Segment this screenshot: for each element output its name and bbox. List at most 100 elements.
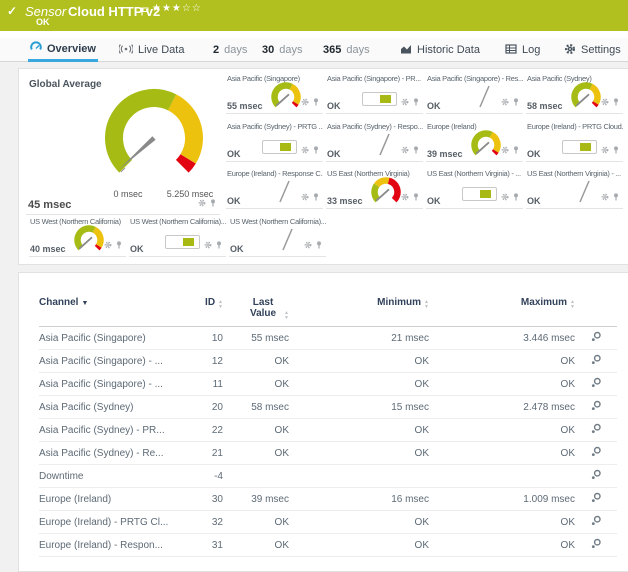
needle-indicator [365, 128, 405, 163]
gear-icon[interactable] [301, 188, 309, 206]
pin-icon[interactable] [115, 236, 123, 254]
priority-stars[interactable]: ★★★☆☆ [152, 3, 202, 14]
channels-table: Channel▼ ID▲▼ Last Value▲▼ Minimum▲▼ Max… [39, 293, 617, 557]
needle-indicator [565, 175, 605, 210]
pin-icon[interactable] [209, 194, 217, 212]
tab-live-data[interactable]: Live Data [117, 38, 186, 62]
column-header-last-value[interactable]: Last Value▲▼ [223, 293, 289, 327]
status-check-icon: ✓ [7, 4, 17, 18]
tab-settings[interactable]: Settings [562, 38, 623, 62]
table-header-row: Channel▼ ID▲▼ Last Value▲▼ Minimum▲▼ Max… [39, 293, 617, 327]
table-row[interactable]: Europe (Ireland) - PRTG Cl... 32 OK OK O… [39, 511, 617, 534]
historic-chart-icon [400, 43, 412, 58]
pin-icon[interactable] [312, 93, 320, 111]
tab-365-days[interactable]: 365 days [321, 38, 372, 62]
gear-icon[interactable] [104, 236, 112, 254]
column-header-actions [575, 293, 617, 327]
pin-icon[interactable] [512, 93, 520, 111]
gear-icon[interactable] [198, 194, 206, 212]
pin-icon[interactable] [612, 141, 620, 159]
gauge-tile: Asia Pacific (Sydney) - Respo... OK [326, 121, 423, 162]
tab-overview[interactable]: Overview [28, 38, 98, 62]
channel-settings-icon[interactable] [591, 495, 602, 506]
channels-panel: Channel▼ ID▲▼ Last Value▲▼ Minimum▲▼ Max… [18, 272, 628, 572]
pin-icon[interactable] [412, 93, 420, 111]
table-row[interactable]: Europe (Ireland) - Respon... 31 OK OK OK [39, 534, 617, 557]
tab-log[interactable]: Log [503, 38, 542, 62]
live-data-icon [119, 44, 133, 57]
flag-icon[interactable] [141, 3, 149, 21]
gear-icon[interactable] [601, 188, 609, 206]
channel-settings-icon[interactable] [591, 426, 602, 437]
log-table-icon [505, 43, 517, 58]
channel-settings-icon[interactable] [591, 334, 602, 345]
pin-icon[interactable] [215, 236, 223, 254]
global-average-gauge [92, 82, 216, 195]
column-header-channel[interactable]: Channel▼ [39, 293, 179, 327]
lookup-indicator [165, 235, 200, 249]
pin-icon[interactable] [512, 141, 520, 159]
gear-icon[interactable] [304, 236, 312, 254]
channel-settings-icon[interactable] [591, 541, 602, 552]
tab-historic-data[interactable]: Historic Data [398, 38, 482, 62]
gear-icon[interactable] [204, 236, 212, 254]
tab-30-days[interactable]: 30 days [260, 38, 305, 62]
table-row[interactable]: Asia Pacific (Singapore) - ... 11 OK OK … [39, 373, 617, 396]
status-badge: OK [36, 17, 50, 27]
channel-settings-icon[interactable] [591, 472, 602, 483]
channel-settings-icon[interactable] [591, 449, 602, 460]
gear-icon[interactable] [301, 93, 309, 111]
table-row[interactable]: Asia Pacific (Singapore) 10 55 msec 21 m… [39, 327, 617, 350]
gauge-tile: US West (Northern California) 40 msec [29, 216, 126, 257]
column-header-id[interactable]: ID▲▼ [179, 293, 223, 327]
gauge-tile: US East (Northern Virginia) - ... OK [526, 168, 623, 209]
gear-icon[interactable] [601, 141, 609, 159]
gauge-tile: US West (Northern California)... OK [129, 216, 226, 257]
channel-settings-icon[interactable] [591, 380, 602, 391]
gauge-tile: US West (Northern California)... OK [229, 216, 326, 257]
lookup-indicator [562, 140, 597, 154]
pin-icon[interactable] [312, 141, 320, 159]
header-divider [0, 31, 628, 38]
lookup-indicator [262, 140, 297, 154]
settings-gear-icon [564, 43, 576, 58]
gear-icon[interactable] [401, 141, 409, 159]
needle-indicator [465, 80, 505, 115]
gear-icon[interactable] [501, 188, 509, 206]
gear-icon[interactable] [401, 93, 409, 111]
pin-icon[interactable] [512, 188, 520, 206]
channel-settings-icon[interactable] [591, 403, 602, 414]
sort-icon: ▲▼ [424, 300, 429, 310]
gauge-tile: Asia Pacific (Sydney) - PRTG ... OK [226, 121, 323, 162]
sort-desc-icon: ▼ [81, 300, 88, 307]
gear-icon[interactable] [501, 141, 509, 159]
gauges-panel: Global Average 0 msec 5.250 msec 45 msec… [18, 68, 628, 265]
gear-icon[interactable] [401, 188, 409, 206]
table-row[interactable]: Asia Pacific (Singapore) - ... 12 OK OK … [39, 350, 617, 373]
table-row[interactable]: Asia Pacific (Sydney) - Re... 21 OK OK O… [39, 442, 617, 465]
pin-icon[interactable] [412, 141, 420, 159]
gear-icon[interactable] [301, 141, 309, 159]
pin-icon[interactable] [312, 188, 320, 206]
channel-settings-icon[interactable] [591, 357, 602, 368]
table-row[interactable]: Asia Pacific (Sydney) - PR... 22 OK OK O… [39, 419, 617, 442]
table-row[interactable]: Europe (Ireland) 30 39 msec 16 msec 1.00… [39, 488, 617, 511]
sort-icon: ▲▼ [570, 300, 575, 310]
gear-icon[interactable] [601, 93, 609, 111]
gauge-tile: Asia Pacific (Sydney) 58 msec [526, 73, 623, 114]
pin-icon[interactable] [412, 188, 420, 206]
gauge-value: 45 msec [28, 199, 71, 211]
column-header-minimum[interactable]: Minimum▲▼ [289, 293, 429, 327]
tab-2-days[interactable]: 2 days [211, 38, 249, 62]
table-row[interactable]: Asia Pacific (Sydney) 20 58 msec 15 msec… [39, 396, 617, 419]
gear-icon[interactable] [501, 93, 509, 111]
pin-icon[interactable] [612, 188, 620, 206]
sort-icon: ▲▼ [284, 311, 289, 321]
pin-icon[interactable] [612, 93, 620, 111]
gauge-title: Global Average [29, 79, 102, 90]
column-header-maximum[interactable]: Maximum▲▼ [429, 293, 575, 327]
sort-icon: ▲▼ [218, 300, 223, 310]
channel-settings-icon[interactable] [591, 518, 602, 529]
table-row[interactable]: Downtime -4 [39, 465, 617, 488]
pin-icon[interactable] [315, 236, 323, 254]
